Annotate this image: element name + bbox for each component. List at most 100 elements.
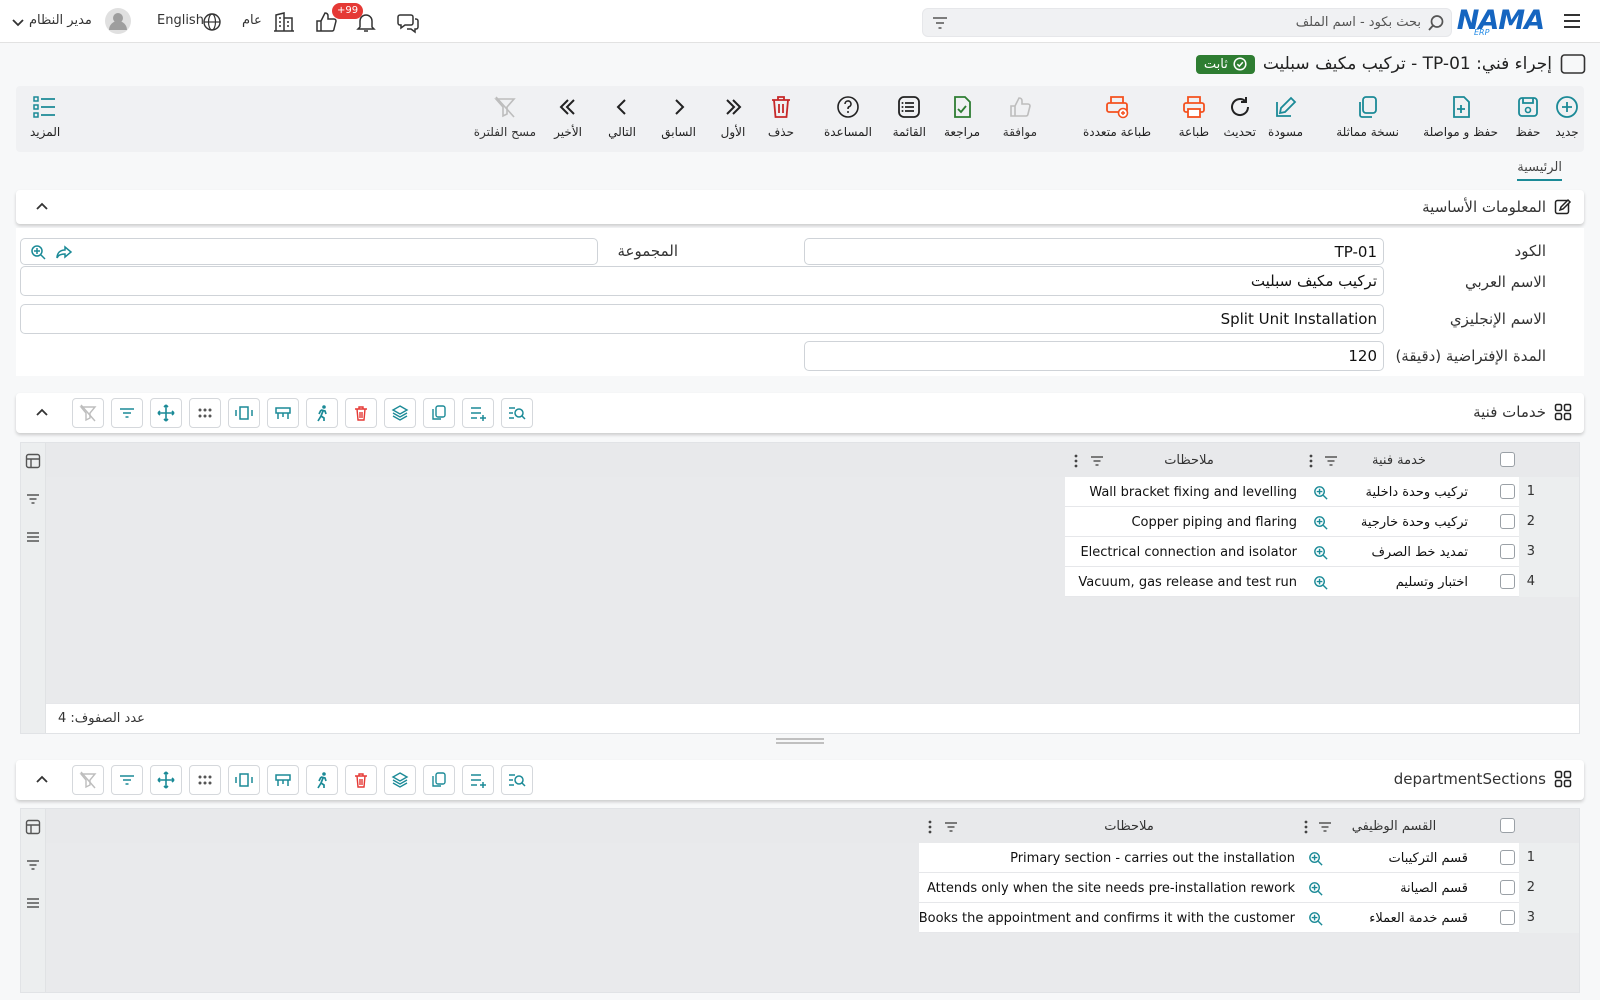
chevron-up-icon[interactable] (34, 405, 50, 421)
resize-handle[interactable] (776, 737, 824, 745)
lookup-icon[interactable] (1307, 910, 1324, 927)
row-checkbox[interactable] (1500, 880, 1515, 895)
lookup-icon[interactable] (1312, 544, 1329, 561)
more-vertical-icon[interactable] (1308, 453, 1314, 469)
duplicate-button[interactable]: نسخة مماثلة (1336, 94, 1399, 146)
group-field[interactable] (20, 238, 598, 265)
chevron-up-icon[interactable] (34, 772, 50, 788)
table-row[interactable]: 3 تمديد خط الصرف Electrical connection a… (1065, 537, 1579, 567)
move-grid-button[interactable] (150, 765, 182, 795)
service-cell[interactable]: تركيب وحدة داخلية (1365, 477, 1468, 507)
table-icon[interactable] (25, 453, 41, 469)
menu-icon[interactable] (25, 895, 41, 911)
row-checkbox[interactable] (1500, 850, 1515, 865)
table-icon[interactable] (25, 819, 41, 835)
filter-grid-button[interactable] (111, 765, 143, 795)
select-all-checkbox[interactable] (1500, 818, 1515, 833)
table-row[interactable]: 3 قسم خدمة العملاء Books the appointment… (919, 903, 1579, 933)
lookup-icon[interactable] (1312, 484, 1329, 501)
search-icon[interactable] (1427, 14, 1445, 32)
menu-icon[interactable] (25, 529, 41, 545)
code-field[interactable]: TP-01 (804, 238, 1384, 265)
search-input[interactable] (953, 11, 1421, 34)
list-button[interactable]: القائمة (893, 94, 926, 146)
more-vertical-icon[interactable] (1303, 819, 1309, 835)
tab-main[interactable]: الرئيسية (1517, 160, 1562, 181)
table-row[interactable]: 1 قسم التركيبات Primary section - carrie… (919, 843, 1579, 873)
filter-icon[interactable] (931, 14, 949, 32)
clear-filter-grid-button[interactable] (72, 765, 104, 795)
refresh-button[interactable]: تحديث (1223, 94, 1256, 146)
review-button[interactable]: مراجعة (944, 94, 980, 146)
approve-button[interactable]: موافقة (1003, 94, 1037, 146)
col-notes-header[interactable]: ملاحظات (1099, 443, 1279, 477)
row-checkbox[interactable] (1500, 544, 1515, 559)
run-grid-button[interactable] (306, 765, 338, 795)
arabic-name-field[interactable]: تركيب مكيف سبليت (20, 266, 1384, 296)
first-button[interactable]: الأول (720, 94, 746, 146)
new-button[interactable]: جديد (1554, 94, 1580, 146)
notes-cell[interactable]: Primary section - carries out the instal… (1010, 843, 1295, 873)
duration-field[interactable]: 120 (804, 341, 1384, 371)
services-header[interactable]: خدمات فنية (16, 393, 1584, 433)
layers-grid-button[interactable] (384, 398, 416, 428)
user-name[interactable]: مدير النظام (29, 13, 92, 28)
department-sections-header[interactable]: departmentSections (16, 760, 1584, 800)
section-cell[interactable]: قسم خدمة العملاء (1369, 903, 1468, 933)
previous-button[interactable]: السابق (661, 94, 696, 146)
notes-cell[interactable]: Vacuum, gas release and test run (1078, 567, 1297, 597)
fit-width-grid-button[interactable] (228, 765, 260, 795)
language-switch[interactable]: English (157, 13, 204, 28)
notes-cell[interactable]: Books the appointment and confirms it wi… (919, 903, 1295, 933)
row-checkbox[interactable] (1500, 484, 1515, 499)
notes-cell[interactable]: Electrical connection and isolator (1080, 537, 1297, 567)
add-row-grid-button[interactable] (462, 398, 494, 428)
chat-icon[interactable] (396, 10, 420, 34)
dots-grid-button[interactable] (189, 765, 221, 795)
multi-print-button[interactable]: طباعة متعددة (1083, 94, 1151, 146)
basic-info-header[interactable]: المعلومات الأساسية (16, 190, 1584, 224)
row-checkbox[interactable] (1500, 910, 1515, 925)
service-cell[interactable]: اختبار وتسليم (1396, 567, 1468, 597)
delete-row-grid-button[interactable] (345, 398, 377, 428)
window-icon[interactable] (1560, 53, 1586, 75)
lookup-icon[interactable] (1307, 880, 1324, 897)
notes-cell[interactable]: Wall bracket fixing and levelling (1089, 477, 1297, 507)
row-checkbox[interactable] (1500, 574, 1515, 589)
fit-width-grid-button[interactable] (228, 398, 260, 428)
service-cell[interactable]: تمديد خط الصرف (1371, 537, 1468, 567)
avatar[interactable] (104, 7, 132, 35)
building-icon[interactable] (272, 10, 296, 34)
filter-icon[interactable] (25, 491, 41, 507)
filter-icon[interactable] (1317, 819, 1333, 835)
table-settings-grid-button[interactable] (267, 398, 299, 428)
section-cell[interactable]: قسم الصيانة (1400, 873, 1468, 903)
add-row-grid-button[interactable] (462, 765, 494, 795)
branch-label[interactable]: عام (242, 13, 262, 28)
more-vertical-icon[interactable] (927, 819, 933, 835)
help-button[interactable]: المساعدة (824, 94, 872, 146)
filter-grid-button[interactable] (111, 398, 143, 428)
save-continue-button[interactable]: حفظ و مواصلة (1423, 94, 1498, 146)
service-cell[interactable]: تركيب وحدة خارجية (1361, 507, 1468, 537)
notes-cell[interactable]: Attends only when the site needs pre-ins… (927, 873, 1295, 903)
filter-icon[interactable] (1089, 453, 1105, 469)
globe-icon[interactable] (202, 12, 222, 32)
row-checkbox[interactable] (1500, 514, 1515, 529)
lookup-icon[interactable] (1312, 514, 1329, 531)
col-notes-header[interactable]: ملاحظات (1009, 809, 1249, 843)
last-button[interactable]: الأخير (554, 94, 582, 146)
table-row[interactable]: 4 اختبار وتسليم Vacuum, gas release and … (1065, 567, 1579, 597)
more-button[interactable]: المزيد (30, 94, 60, 146)
share-icon[interactable] (55, 243, 73, 261)
clear-filter-button[interactable]: مسح الفلترة (474, 94, 536, 146)
dots-grid-button[interactable] (189, 398, 221, 428)
table-row[interactable]: 2 تركيب وحدة خارجية Copper piping and fl… (1065, 507, 1579, 537)
lookup-icon[interactable] (1312, 574, 1329, 591)
section-cell[interactable]: قسم التركيبات (1389, 843, 1469, 873)
run-grid-button[interactable] (306, 398, 338, 428)
delete-button[interactable]: حذف (768, 94, 794, 146)
more-vertical-icon[interactable] (1073, 453, 1079, 469)
copy-row-grid-button[interactable] (423, 398, 455, 428)
draft-button[interactable]: مسودة (1268, 94, 1303, 146)
